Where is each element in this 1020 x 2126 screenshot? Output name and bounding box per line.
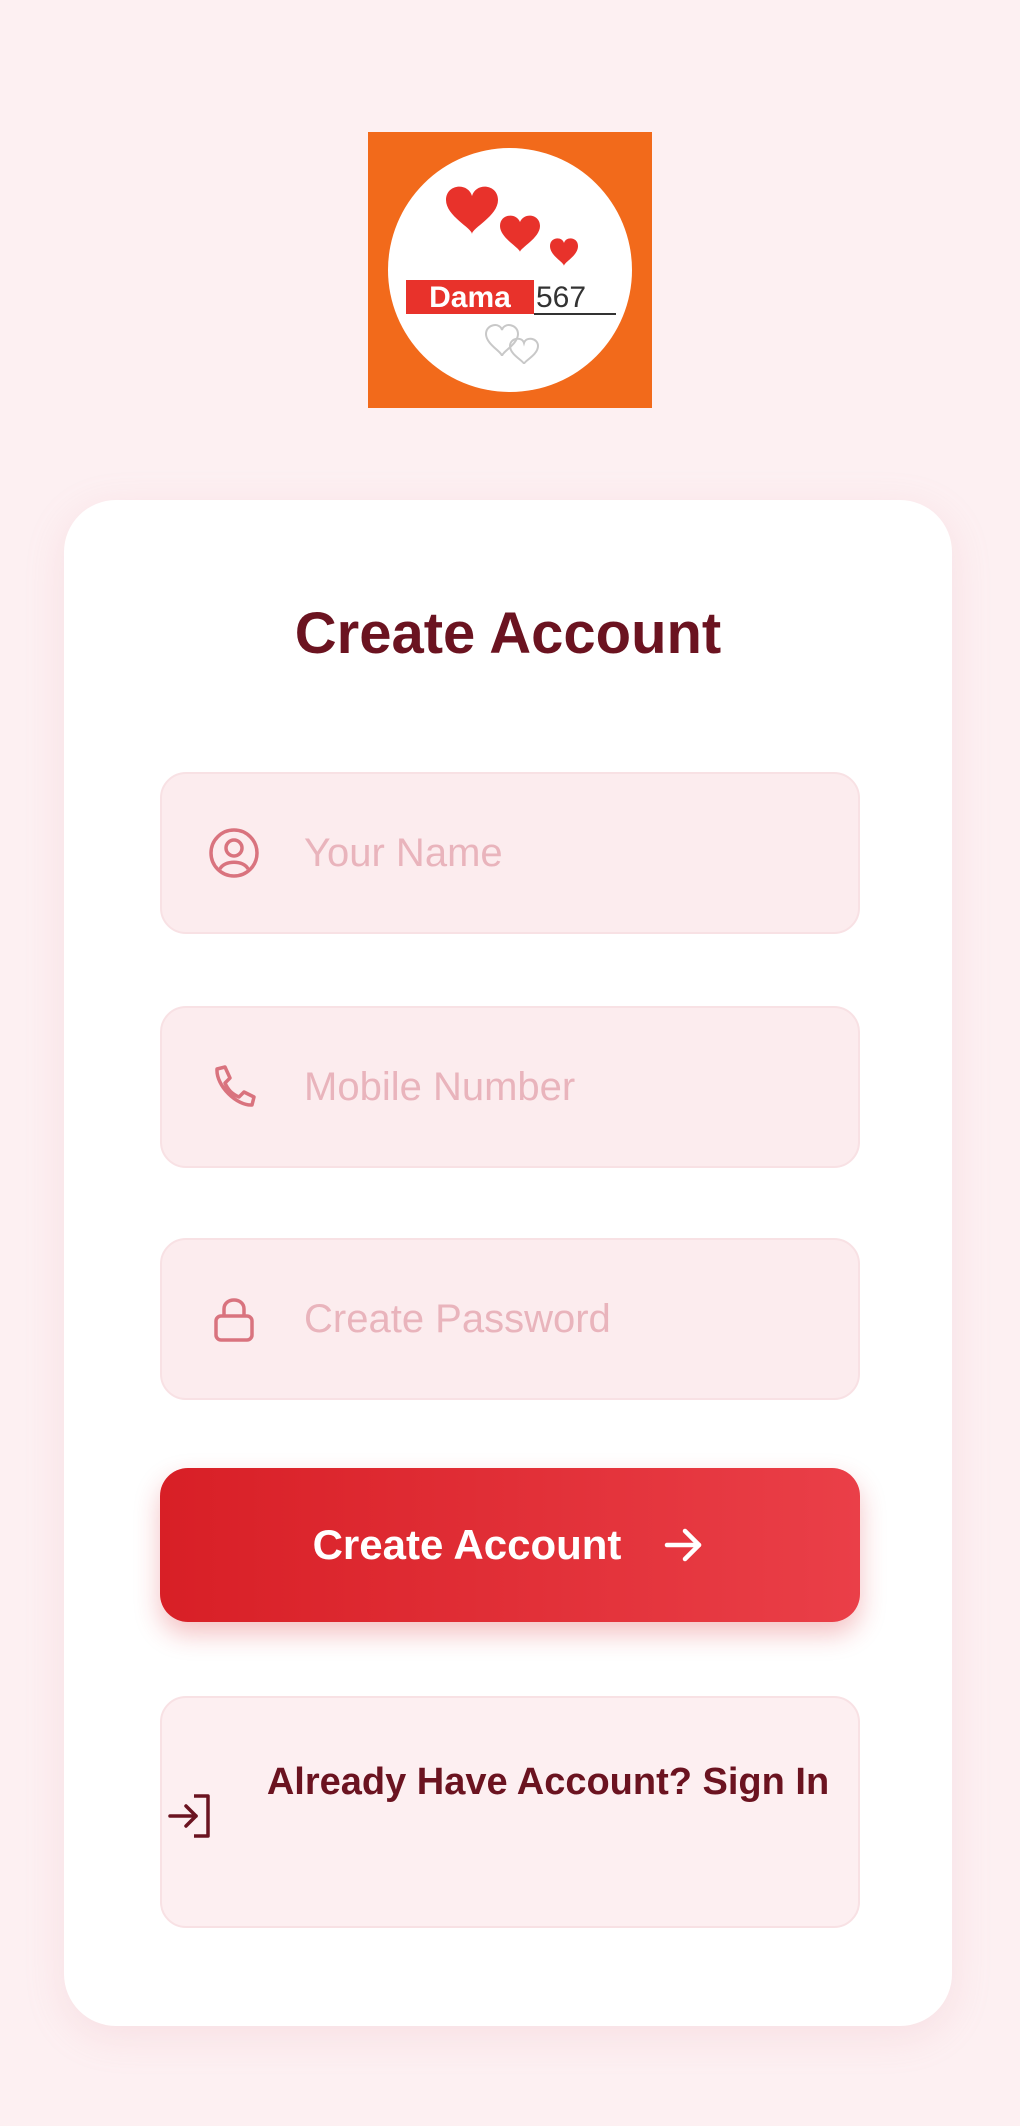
sign-in-link[interactable]: Already Have Account? Sign In	[160, 1696, 860, 1928]
arrow-right-icon	[661, 1522, 707, 1568]
password-field[interactable]	[160, 1238, 860, 1400]
mobile-field[interactable]	[160, 1006, 860, 1168]
hearts-logo-graphic: Dama 567	[406, 186, 616, 365]
create-account-button-label: Create Account	[312, 1521, 622, 1568]
logo-badge: Dama 567	[388, 148, 632, 392]
password-input[interactable]	[302, 1295, 846, 1343]
name-input[interactable]	[302, 829, 846, 877]
name-field[interactable]	[160, 772, 860, 934]
logo-brand-left: Dama	[429, 281, 511, 314]
create-account-button[interactable]: Create Account	[160, 1468, 860, 1622]
mobile-input[interactable]	[302, 1063, 846, 1111]
app-logo: Dama 567	[368, 132, 652, 408]
user-circle-icon	[206, 825, 262, 881]
lock-icon	[206, 1291, 262, 1347]
page-title: Create Account	[294, 601, 722, 666]
logo-brand-right: 567	[536, 281, 586, 314]
phone-icon	[206, 1059, 262, 1115]
sign-in-label: Already Have Account? Sign In	[266, 1761, 830, 1803]
signup-card: Create Account Create Account	[64, 500, 952, 2026]
sign-in-icon	[166, 1790, 218, 1842]
